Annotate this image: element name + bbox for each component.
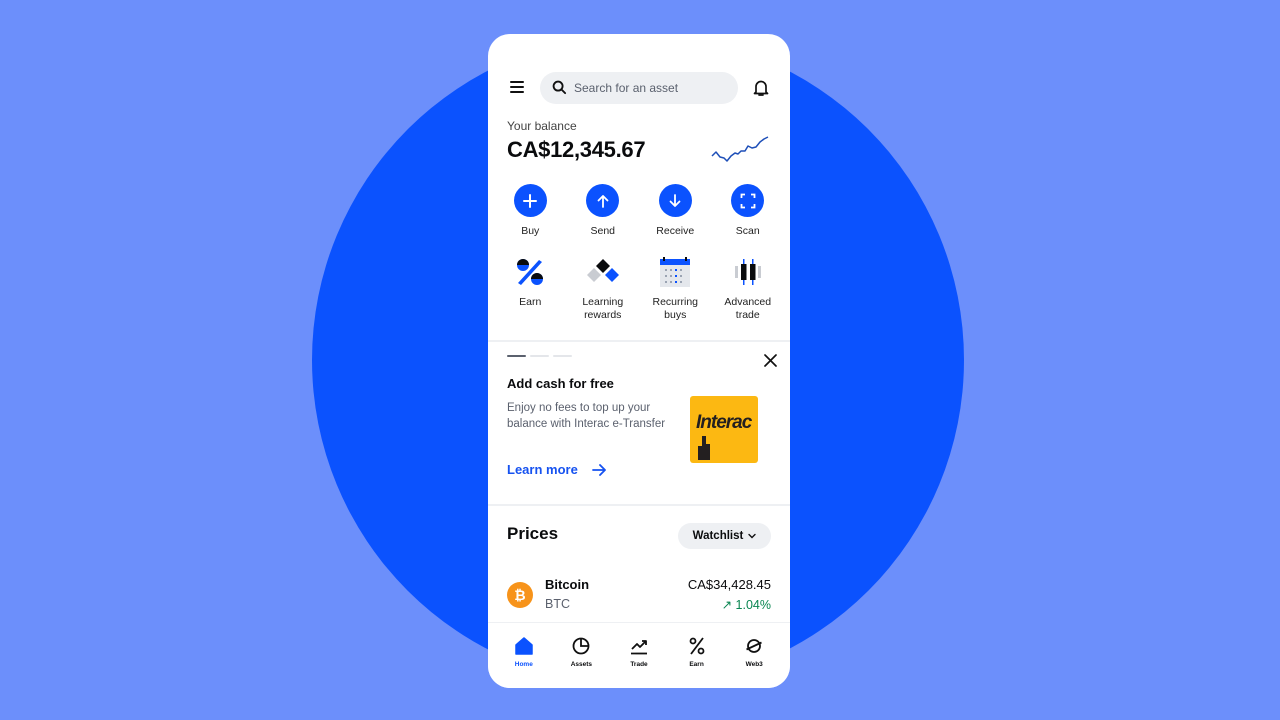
watchlist-dropdown[interactable]: Watchlist — [678, 523, 771, 549]
candlestick-icon — [734, 259, 761, 285]
recurring-buys-label-2: buys — [664, 309, 687, 321]
send-label: Send — [590, 225, 616, 237]
promo-title: Add cash for free — [507, 376, 614, 391]
nav-trade-label: Trade — [630, 661, 648, 668]
nav-assets[interactable]: Assets — [553, 623, 611, 688]
balance-sparkline — [711, 136, 769, 162]
buy-button[interactable]: Buy — [494, 184, 567, 238]
asset-name: Bitcoin — [545, 577, 590, 592]
percent-icon — [689, 637, 704, 655]
asset-price: CA$34,428.45 — [687, 577, 771, 592]
balance-label: Your balance — [507, 119, 577, 133]
asset-change-value: 1.04% — [735, 598, 771, 612]
advanced-trade-label-1: Advanced — [724, 296, 772, 308]
percent-icon — [517, 259, 544, 285]
pie-chart-icon — [572, 637, 590, 655]
nav-home[interactable]: Home — [495, 623, 553, 688]
receive-button[interactable]: Receive — [639, 184, 712, 238]
trend-up-icon: ↗ — [721, 598, 736, 612]
earn-label: Earn — [519, 296, 542, 308]
home-icon — [515, 637, 533, 655]
calendar-icon — [660, 257, 691, 287]
promo-page-indicator[interactable] — [553, 355, 572, 357]
receive-label: Receive — [656, 225, 695, 237]
nav-web3-label: Web3 — [745, 661, 763, 668]
bell-icon[interactable] — [753, 79, 769, 97]
promo-page-indicator-active[interactable] — [507, 355, 526, 357]
prices-title: Prices — [507, 524, 559, 543]
plus-icon — [523, 193, 538, 208]
recurring-buys-shortcut[interactable]: Recurring buys — [639, 255, 712, 322]
nav-trade[interactable]: Trade — [610, 623, 668, 688]
watchlist-label: Watchlist — [692, 530, 744, 542]
nav-web3[interactable]: Web3 — [725, 623, 783, 688]
asset-change: ↗ 1.04% — [722, 597, 771, 612]
trade-chart-icon — [630, 640, 647, 655]
advanced-trade-label-2: trade — [735, 309, 760, 321]
scan-label: Scan — [735, 225, 760, 237]
search-bar[interactable] — [540, 72, 738, 104]
promo-pagination — [507, 355, 572, 357]
arrow-down-icon — [669, 193, 681, 207]
learning-rewards-shortcut[interactable]: Learning rewards — [567, 255, 640, 322]
nav-earn-label: Earn — [689, 661, 704, 668]
asset-symbol: BTC — [545, 597, 570, 611]
learning-rewards-icon — [586, 259, 619, 282]
interac-logo: Interac — [690, 396, 758, 463]
feature-shortcuts: Earn Learning rewards Recurring buys Advan… — [494, 255, 784, 322]
search-input[interactable] — [574, 72, 724, 104]
top-bar — [488, 72, 790, 104]
interac-logo-text: Interac — [696, 412, 752, 433]
hamburger-menu-icon[interactable] — [510, 81, 524, 93]
buy-label: Buy — [521, 225, 540, 237]
recurring-buys-label-1: Recurring — [652, 296, 699, 308]
earn-shortcut[interactable]: Earn — [494, 255, 567, 322]
nav-earn[interactable]: Earn — [668, 623, 726, 688]
close-icon[interactable] — [764, 354, 777, 367]
learning-rewards-label-1: Learning — [582, 296, 624, 308]
arrow-right-icon — [591, 463, 606, 476]
arrow-up-icon — [597, 194, 609, 208]
scan-button[interactable]: Scan — [712, 184, 785, 238]
learning-rewards-label-2: rewards — [584, 309, 622, 321]
hand-icon — [698, 436, 710, 460]
asset-row-bitcoin[interactable]: ₿ Bitcoin BTC CA$34,428.45 ↗ 1.04% — [488, 572, 790, 616]
phone-screen: Your balance CA$12,345.67 Buy Send Recei… — [488, 34, 790, 688]
chevron-down-icon — [748, 533, 757, 539]
scan-icon — [740, 193, 756, 208]
section-divider — [488, 504, 790, 506]
send-button[interactable]: Send — [567, 184, 640, 238]
bitcoin-icon: ₿ — [507, 582, 533, 608]
promo-page-indicator[interactable] — [530, 355, 549, 357]
planet-icon — [746, 639, 763, 653]
quick-actions: Buy Send Receive Scan — [494, 184, 784, 238]
nav-home-label: Home — [514, 661, 533, 668]
nav-assets-label: Assets — [570, 661, 593, 668]
learn-more-label: Learn more — [507, 462, 578, 477]
search-icon — [552, 80, 567, 95]
promo-description: Enjoy no fees to top up your balance wit… — [507, 402, 666, 430]
advanced-trade-shortcut[interactable]: Advanced trade — [712, 255, 785, 322]
learn-more-link[interactable]: Learn more — [507, 462, 606, 477]
bottom-nav: Home Assets Trade Earn Web3 — [488, 622, 790, 688]
section-divider — [488, 340, 790, 342]
balance-value: CA$12,345.67 — [507, 137, 646, 162]
